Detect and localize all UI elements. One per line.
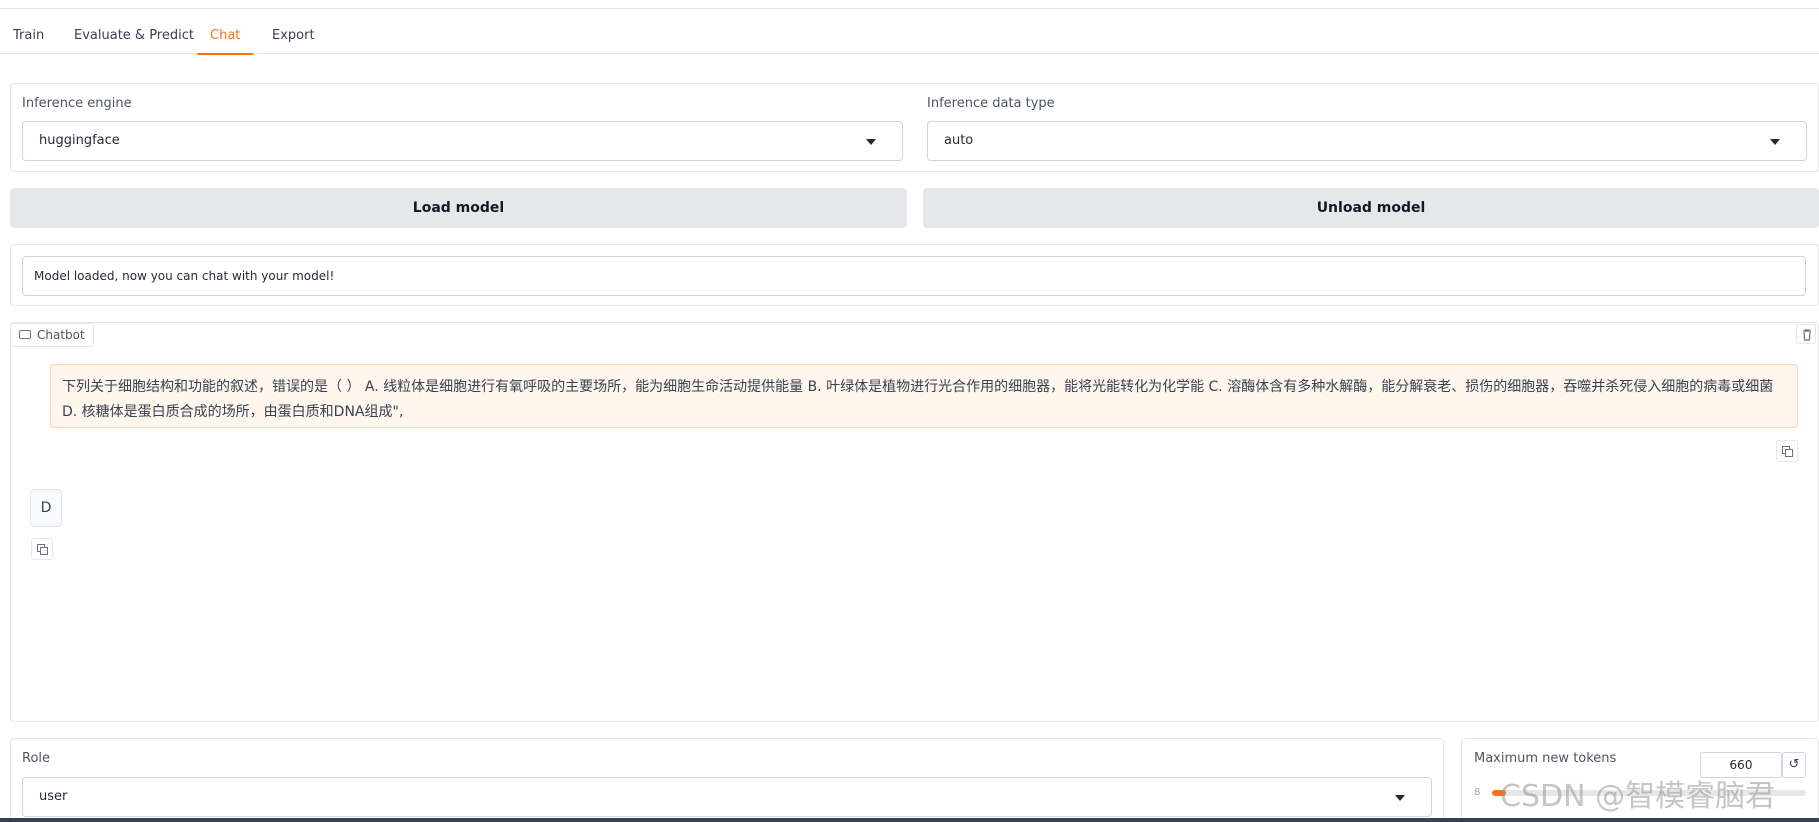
engine-value: huggingface (39, 133, 120, 148)
role-value: user (39, 789, 68, 804)
engine-select[interactable]: huggingface (22, 121, 903, 161)
chatbot-label: Chatbot (10, 323, 94, 347)
bot-message: D (30, 489, 62, 527)
chat-icon (19, 330, 31, 339)
copy-bot-message-button[interactable] (31, 538, 53, 560)
max-tokens-label: Maximum new tokens (1474, 751, 1617, 766)
load-model-button[interactable]: Load model (10, 188, 907, 228)
tab-export[interactable]: Export (259, 18, 328, 54)
dtype-label: Inference data type (927, 96, 1055, 111)
reset-icon[interactable]: ↺ (1782, 752, 1806, 778)
tab-evaluate-predict[interactable]: Evaluate & Predict (61, 18, 207, 54)
copy-user-message-button[interactable] (1776, 440, 1798, 462)
chatbot-label-text: Chatbot (37, 328, 85, 342)
role-select[interactable]: user (22, 777, 1432, 817)
top-divider (0, 8, 1819, 9)
tab-bar: Train Evaluate & Predict Chat Export (0, 18, 1819, 55)
dtype-select[interactable]: auto (927, 121, 1807, 161)
status-text: Model loaded, now you can chat with your… (34, 269, 335, 283)
engine-label: Inference engine (22, 96, 132, 111)
user-message: 下列关于细胞结构和功能的叙述，错误的是（ ） A. 线粒体是细胞进行有氧呼吸的主… (50, 364, 1798, 428)
tab-train[interactable]: Train (0, 18, 57, 54)
max-tokens-min: 8 (1474, 787, 1481, 798)
dtype-value: auto (944, 133, 974, 148)
bottom-bar (0, 818, 1819, 822)
chevron-down-icon (866, 139, 876, 145)
role-label: Role (22, 751, 51, 766)
watermark: CSDN @智模睿脑君 (1500, 779, 1776, 814)
status-box: Model loaded, now you can chat with your… (22, 256, 1806, 296)
unload-model-button[interactable]: Unload model (923, 188, 1819, 228)
chevron-down-icon (1770, 139, 1780, 145)
tab-chat[interactable]: Chat (197, 18, 254, 55)
clear-chat-button[interactable] (1796, 324, 1816, 344)
chevron-down-icon (1395, 795, 1405, 801)
trash-icon (1803, 329, 1811, 341)
